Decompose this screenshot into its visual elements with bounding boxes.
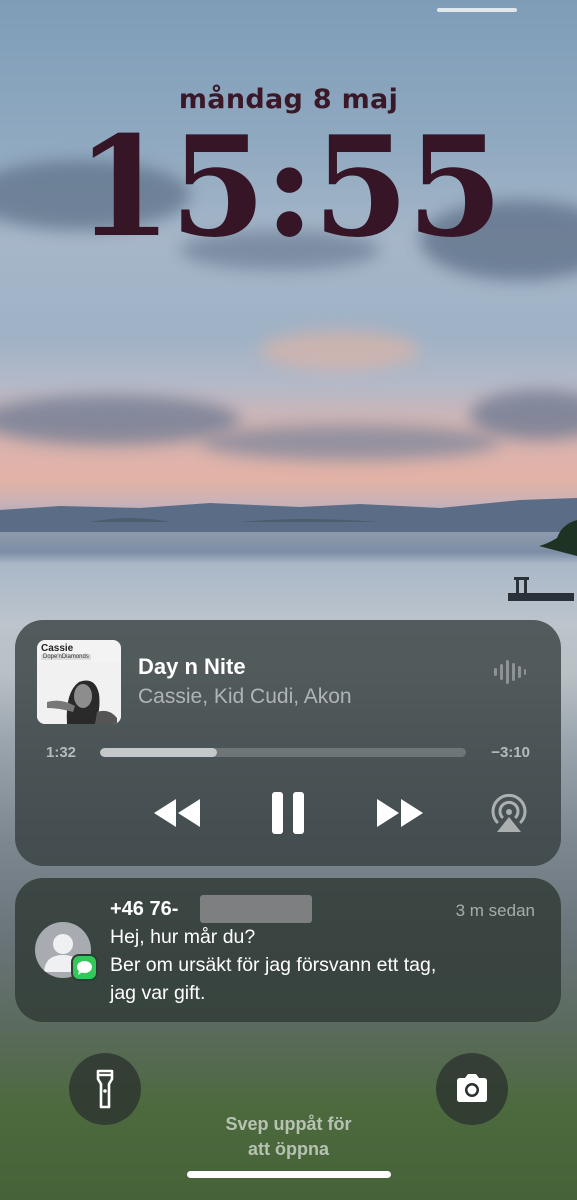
album-art-title: Dope'nDiamonds [41,654,91,660]
lock-clock: 15:55 [75,105,503,268]
waveform-icon [494,660,526,684]
redacted-number [200,895,312,923]
message-notification[interactable]: +46 76- 3 m sedan Hej, hur mår du? Ber o… [15,878,561,1022]
remaining-time: −3:10 [491,744,530,761]
track-title: Day n Nite [138,654,246,679]
messages-icon [71,954,98,981]
notification-sender: +46 76- [110,898,179,920]
album-art-artist: Cassie [41,643,74,654]
elapsed-time: 1:32 [46,744,77,761]
swipe-up-hint: Svep uppåt för att öppna [0,1112,577,1162]
swipe-hint-line-2: att öppna [248,1139,329,1159]
album-art[interactable]: Cassie Dope'nDiamonds [37,640,121,724]
playback-scrubber[interactable] [100,748,466,757]
pause-icon[interactable] [270,790,306,836]
rewind-icon[interactable] [152,796,202,830]
fast-forward-icon[interactable] [375,796,425,830]
home-indicator[interactable] [187,1171,391,1178]
playback-progress-fill [100,748,218,757]
notification-time: 3 m sedan [455,901,535,920]
message-line-2: Ber om ursäkt för jag försvann ett tag, [110,954,437,976]
track-artist: Cassie, Kid Cudi, Akon [138,685,352,708]
now-playing-widget[interactable]: Cassie Dope'nDiamonds Day n Nite Cassie,… [15,620,561,866]
swipe-hint-line-1: Svep uppåt för [225,1114,352,1134]
message-line-1: Hej, hur mår du? [110,926,256,948]
status-indicator-bar [437,8,517,12]
album-cover-photo [37,662,121,724]
message-line-3: jag var gift. [110,982,206,1004]
airplay-icon[interactable] [488,792,530,834]
